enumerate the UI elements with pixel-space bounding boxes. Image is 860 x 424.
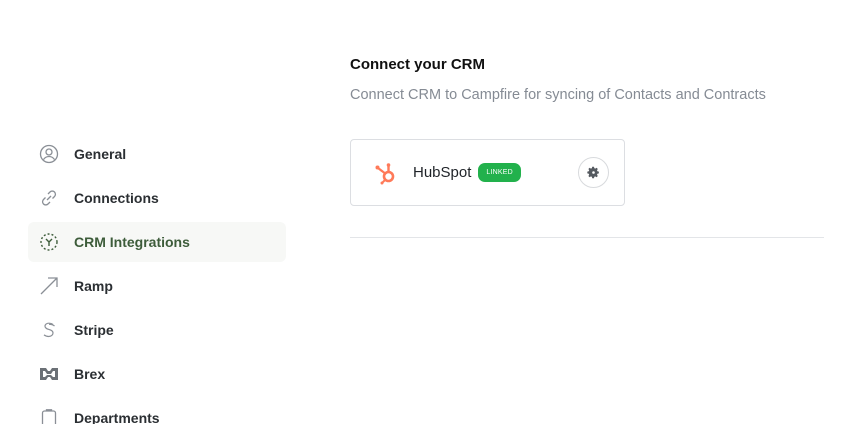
sidebar-item-ramp[interactable]: Ramp [28, 266, 286, 306]
sidebar-item-label: CRM Integrations [74, 234, 190, 250]
sidebar-item-label: Departments [74, 410, 160, 424]
page-title: Connect your CRM [350, 56, 485, 73]
sidebar-item-label: Brex [74, 366, 106, 382]
sidebar-item-label: General [74, 146, 127, 162]
status-badge: LINKED [478, 163, 521, 182]
sidebar-item-departments[interactable]: Departments [28, 398, 286, 424]
sidebar: General Connections CRM Integrations Ram… [28, 134, 286, 424]
link-icon [38, 187, 60, 209]
hubspot-integration-card: HubSpot LINKED [350, 139, 625, 206]
hubspot-icon [375, 161, 397, 185]
sidebar-item-general[interactable]: General [28, 134, 286, 174]
sidebar-item-brex[interactable]: Brex [28, 354, 286, 394]
sidebar-item-label: Ramp [74, 278, 113, 294]
user-circle-icon [38, 143, 60, 165]
sidebar-item-label: Connections [74, 190, 159, 206]
ramp-icon [38, 275, 60, 297]
page-subtitle: Connect CRM to Campfire for syncing of C… [350, 87, 766, 103]
brex-icon [38, 363, 60, 385]
sidebar-item-connections[interactable]: Connections [28, 178, 286, 218]
gear-icon [587, 166, 600, 179]
crm-section: Connect your CRM Connect CRM to Campfire… [350, 56, 824, 103]
crm-icon [38, 231, 60, 253]
sidebar-item-label: Stripe [74, 322, 114, 338]
divider [350, 237, 824, 238]
integration-name: HubSpot [413, 164, 472, 181]
integration-settings-button[interactable] [578, 157, 609, 188]
stripe-icon [38, 319, 60, 341]
sidebar-item-crm-integrations[interactable]: CRM Integrations [28, 222, 286, 262]
sidebar-item-stripe[interactable]: Stripe [28, 310, 286, 350]
clipboard-icon [38, 407, 60, 424]
